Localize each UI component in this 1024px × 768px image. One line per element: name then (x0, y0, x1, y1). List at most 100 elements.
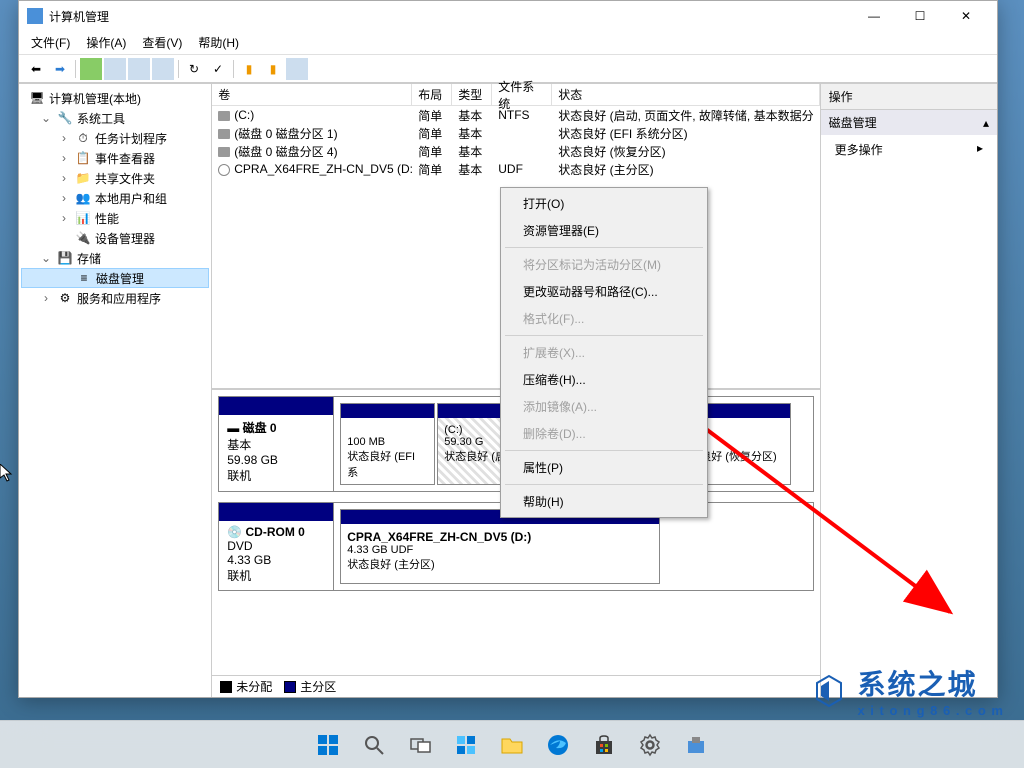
tree-item-5[interactable]: ›📊性能 (21, 208, 209, 228)
context-item-5: 格式化(F)... (503, 305, 705, 332)
tree-expander[interactable]: › (57, 131, 71, 145)
context-item-8[interactable]: 压缩卷(H)... (503, 366, 705, 393)
menu-file[interactable]: 文件(F) (31, 34, 70, 51)
widgets-icon[interactable] (446, 725, 486, 765)
brand-logo-icon (809, 671, 849, 711)
store-icon[interactable] (584, 725, 624, 765)
tree-pane[interactable]: 🖥 计算机管理(本地) ⌄🔧系统工具›⏱任务计划程序›📋事件查看器›📁共享文件夹… (19, 84, 212, 697)
watermark: 系统之城 x i t o n g 8 6 . c o m (809, 663, 1004, 718)
context-item-14[interactable]: 帮助(H) (503, 488, 705, 515)
tree-item-4[interactable]: › 👥本地用户和组 (21, 188, 209, 208)
menu-view[interactable]: 查看(V) (142, 34, 182, 51)
volume-row[interactable]: (磁盘 0 磁盘分区 1)简单基本状态良好 (EFI 系统分区) (212, 124, 819, 142)
search-icon[interactable] (354, 725, 394, 765)
actions-section[interactable]: 磁盘管理 ▴ (821, 110, 997, 135)
tool-btn-7[interactable]: ▮ (262, 58, 284, 80)
mouse-cursor (0, 464, 16, 489)
tree-expander[interactable]: ⌄ (39, 111, 53, 125)
tree-root[interactable]: 🖥 计算机管理(本地) (21, 88, 209, 108)
back-button[interactable]: ⬅ (25, 58, 47, 80)
header-status[interactable]: 状态 (552, 84, 819, 105)
explorer-icon[interactable] (492, 725, 532, 765)
tree-expander[interactable]: ⌄ (39, 251, 53, 265)
forward-button[interactable]: ➡ (49, 58, 71, 80)
menu-help[interactable]: 帮助(H) (198, 34, 239, 51)
tree-item-label: 性能 (95, 210, 119, 227)
collapse-icon: ▴ (983, 116, 989, 130)
tree-item-icon: 🔧 (57, 110, 73, 126)
taskbar[interactable] (0, 720, 1024, 768)
maximize-button[interactable]: ☐ (897, 1, 943, 31)
tree-item-8[interactable]: ≡磁盘管理 (21, 268, 209, 288)
disk-label[interactable]: ▬ 磁盘 0基本59.98 GB联机 (219, 397, 334, 491)
tree-expander[interactable]: › (57, 151, 71, 165)
settings-icon[interactable] (630, 725, 670, 765)
tree-item-9[interactable]: › ⚙服务和应用程序 (21, 288, 209, 308)
tool-btn-3[interactable] (128, 58, 150, 80)
volume-row[interactable]: (C:)简单基本NTFS状态良好 (启动, 页面文件, 故障转储, 基本数据分 (212, 106, 819, 124)
tree-item-icon: 👥 (75, 190, 91, 206)
tree-item-7[interactable]: ⌄ 💾存储 (21, 248, 209, 268)
header-fs[interactable]: 文件系统 (492, 84, 552, 105)
tree-expander[interactable]: › (39, 291, 53, 305)
legend: 未分配 主分区 (212, 675, 819, 697)
cd-icon (218, 164, 230, 176)
context-menu: 打开(O)资源管理器(E)将分区标记为活动分区(M)更改驱动器号和路径(C)..… (500, 187, 708, 518)
legend-unallocated-icon (220, 681, 232, 693)
chevron-right-icon: ▸ (977, 141, 983, 158)
minimize-button[interactable]: — (851, 1, 897, 31)
refresh-button[interactable]: ↻ (183, 58, 205, 80)
tree-item-icon: ≡ (76, 270, 92, 286)
tree-item-label: 存储 (77, 250, 101, 267)
header-type[interactable]: 类型 (452, 84, 492, 105)
start-button[interactable] (308, 725, 348, 765)
tool-btn-1[interactable] (80, 58, 102, 80)
tree-expander[interactable]: › (57, 171, 71, 185)
partition[interactable]: 100 MB状态良好 (EFI 系 (340, 403, 435, 485)
tree-item-icon: 📋 (75, 150, 91, 166)
legend-unallocated-label: 未分配 (236, 678, 272, 695)
task-view-icon[interactable] (400, 725, 440, 765)
tool-btn-2[interactable] (104, 58, 126, 80)
disk-label[interactable]: 💿 CD-ROM 0DVD4.33 GB联机 (219, 503, 334, 590)
tree-item-1[interactable]: ›⏱任务计划程序 (21, 128, 209, 148)
tool-btn-8[interactable] (286, 58, 308, 80)
context-item-7: 扩展卷(X)... (503, 339, 705, 366)
edge-icon[interactable] (538, 725, 578, 765)
tree-item-3[interactable]: ›📁共享文件夹 (21, 168, 209, 188)
window-title: 计算机管理 (49, 8, 851, 25)
actions-header: 操作 (821, 84, 997, 110)
partition[interactable]: CPRA_X64FRE_ZH-CN_DV5 (D:)4.33 GB UDF状态良… (340, 509, 660, 584)
context-item-4[interactable]: 更改驱动器号和路径(C)... (503, 278, 705, 305)
disk-icon (218, 129, 230, 139)
tool-btn-6[interactable]: ▮ (238, 58, 260, 80)
legend-primary-icon (284, 681, 296, 693)
tree-item-6[interactable]: 🔌设备管理器 (21, 228, 209, 248)
menu-action[interactable]: 操作(A) (86, 34, 126, 51)
titlebar[interactable]: 计算机管理 — ☐ ✕ (19, 1, 997, 31)
context-item-0[interactable]: 打开(O) (503, 190, 705, 217)
tree-item-0[interactable]: ⌄🔧系统工具 (21, 108, 209, 128)
tree-item-label: 服务和应用程序 (77, 290, 161, 307)
tree-item-icon: ⏱ (75, 130, 91, 146)
menubar: 文件(F) 操作(A) 查看(V) 帮助(H) (19, 31, 997, 55)
tree-expander[interactable]: › (57, 211, 71, 225)
tool-btn-4[interactable] (152, 58, 174, 80)
close-button[interactable]: ✕ (943, 1, 989, 31)
tree-item-icon: 💾 (57, 250, 73, 266)
header-layout[interactable]: 布局 (412, 84, 452, 105)
tree-item-icon: ⚙ (57, 290, 73, 306)
more-actions-item[interactable]: 更多操作 ▸ (821, 135, 997, 164)
volume-row[interactable]: (磁盘 0 磁盘分区 4)简单基本状态良好 (恢复分区) (212, 142, 819, 160)
tool-btn-5[interactable]: ✓ (207, 58, 229, 80)
app-icon-taskbar[interactable] (676, 725, 716, 765)
context-item-1[interactable]: 资源管理器(E) (503, 217, 705, 244)
header-volume[interactable]: 卷 (212, 84, 412, 105)
context-item-10: 删除卷(D)... (503, 420, 705, 447)
tree-expander[interactable]: › (57, 191, 71, 205)
volume-header[interactable]: 卷 布局 类型 文件系统 状态 (212, 84, 819, 106)
volume-row[interactable]: CPRA_X64FRE_ZH-CN_DV5 (D:)简单基本UDF状态良好 (主… (212, 160, 819, 178)
context-item-12[interactable]: 属性(P) (503, 454, 705, 481)
tree-item-label: 本地用户和组 (95, 190, 167, 207)
tree-item-2[interactable]: ›📋事件查看器 (21, 148, 209, 168)
